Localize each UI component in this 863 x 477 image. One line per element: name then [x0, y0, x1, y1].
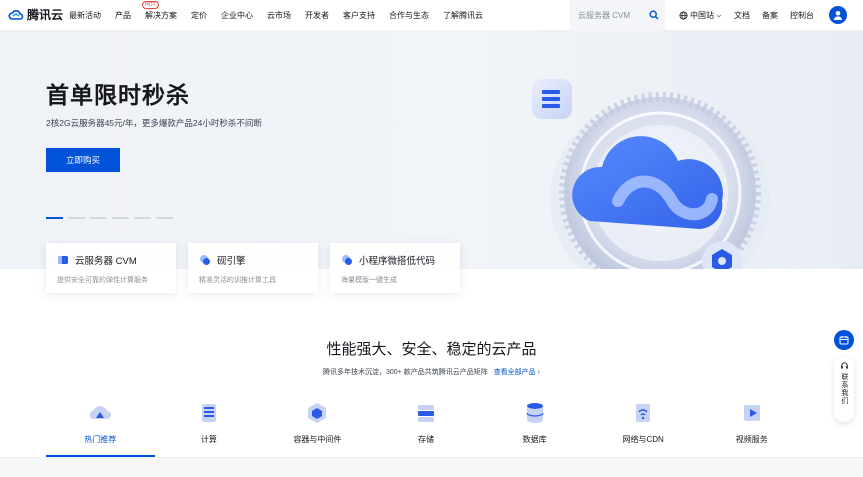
- region-selector[interactable]: 中国站: [679, 10, 722, 21]
- storage-icon: [418, 405, 435, 422]
- card-cvm[interactable]: 云服务器 CVM 提供安全可靠的弹性计算服务: [46, 243, 176, 293]
- carousel-dot[interactable]: [156, 217, 173, 219]
- contact-us-float[interactable]: 联系我们: [834, 356, 854, 422]
- carousel-dot[interactable]: [134, 217, 151, 219]
- view-all-products-link[interactable]: 查看全部产品 ›: [494, 369, 540, 376]
- nav-link-products[interactable]: 产品 HOT: [115, 1, 159, 21]
- card-title: 云服务器 CVM: [75, 256, 137, 267]
- network-icon: [636, 404, 651, 422]
- tab-label: 计算: [200, 435, 217, 444]
- top-nav: 腾讯云 最新活动 产品 HOT 解决方案 定价 企业中心 云市场 开发者 客户支…: [0, 0, 863, 31]
- tab-network[interactable]: 网络与CDN: [589, 397, 698, 457]
- calendar-icon: [839, 336, 849, 345]
- search-input[interactable]: [578, 11, 650, 20]
- carousel-indicators: [46, 217, 173, 219]
- cvm-icon: [58, 256, 68, 264]
- tab-video[interactable]: 视频服务: [697, 397, 806, 457]
- brand-name: 腾讯云: [27, 8, 64, 22]
- nav-link-pricing[interactable]: 定价: [191, 10, 207, 21]
- calendar-float-button[interactable]: [834, 330, 854, 350]
- headset-icon: [840, 362, 848, 369]
- tab-label: 容器与中间件: [293, 435, 342, 444]
- tab-label: 网络与CDN: [622, 435, 664, 444]
- card-desc: 精准灵活的训推计算工具: [199, 277, 276, 284]
- globe-icon: [679, 11, 688, 20]
- section-subtitle: 腾讯多年技术沉淀，300+ 款产品共筑腾讯云产品矩阵 查看全部产品 ›: [0, 367, 863, 377]
- tab-compute[interactable]: 计算: [155, 397, 264, 457]
- card-title: 砚引擎: [217, 256, 246, 267]
- content-band: [0, 458, 863, 477]
- region-label: 中国站: [690, 11, 714, 20]
- tab-label: 视频服务: [735, 435, 768, 444]
- nav-link-developers[interactable]: 开发者: [305, 10, 329, 21]
- product-category-tabs: 热门推荐 计算 容器与中间件 存储 数据库 网络与CDN 视频服务: [46, 397, 806, 457]
- tab-storage[interactable]: 存储: [372, 397, 481, 457]
- database-icon: [525, 403, 544, 423]
- video-icon: [743, 405, 760, 421]
- nav-link-partners[interactable]: 合作与生态: [389, 10, 429, 21]
- carousel-dot[interactable]: [68, 217, 85, 219]
- card-lowcode[interactable]: 小程序微搭低代码 海量模版一键生成: [330, 243, 460, 293]
- hero-banner: 首单限时秒杀 2核2G云服务器45元/年，更多爆款产品24小时秒杀不间断 立即购…: [0, 31, 863, 269]
- nav-link-activities[interactable]: 最新活动: [69, 10, 101, 21]
- user-icon: [833, 11, 843, 20]
- lowcode-icon: [342, 255, 352, 265]
- card-engine[interactable]: 砚引擎 精准灵活的训推计算工具: [188, 243, 318, 293]
- compute-icon: [201, 404, 216, 422]
- cloud-logo-icon: [8, 9, 24, 20]
- carousel-dot[interactable]: [46, 217, 63, 219]
- nav-link-solutions[interactable]: 解决方案: [145, 10, 177, 21]
- tab-container[interactable]: 容器与中间件: [263, 397, 372, 457]
- hot-recommend-icon: [90, 406, 112, 419]
- hero-title: 首单限时秒杀: [46, 82, 190, 108]
- nav-docs[interactable]: 文档: [734, 10, 750, 21]
- tab-hot-recommend[interactable]: 热门推荐: [46, 397, 155, 457]
- nav-link-about[interactable]: 了解腾讯云: [443, 10, 483, 21]
- tab-database[interactable]: 数据库: [480, 397, 589, 457]
- hero-subtitle: 2核2G云服务器45元/年，更多爆款产品24小时秒杀不间断: [46, 118, 262, 128]
- nav-link-products-label: 产品: [115, 11, 131, 20]
- carousel-dot[interactable]: [90, 217, 107, 219]
- nav-right: 中国站 文档 备案 控制台: [679, 0, 826, 31]
- main-nav-links: 最新活动 产品 HOT 解决方案 定价 企业中心 云市场 开发者 客户支持 合作…: [69, 0, 497, 31]
- cloud-hero-illustration: [532, 79, 770, 269]
- nav-link-marketplace[interactable]: 云市场: [267, 10, 291, 21]
- tab-label: 存储: [418, 435, 435, 444]
- nav-link-enterprise[interactable]: 企业中心: [221, 10, 253, 21]
- chevron-down-icon: [716, 14, 722, 18]
- engine-icon: [200, 255, 210, 265]
- section-title: 性能强大、安全、稳定的云产品: [326, 341, 537, 358]
- search-box: [570, 0, 665, 31]
- card-desc: 海量模版一键生成: [341, 277, 397, 284]
- contact-us-label: 联系我们: [841, 373, 848, 405]
- carousel-dot[interactable]: [112, 217, 129, 219]
- card-desc: 提供安全可靠的弹性计算服务: [57, 277, 148, 284]
- tab-label: 热门推荐: [84, 435, 117, 444]
- search-icon[interactable]: [649, 10, 659, 20]
- feature-cards: 云服务器 CVM 提供安全可靠的弹性计算服务 砚引擎 精准灵活的训推计算工具 小…: [46, 243, 460, 293]
- tab-label: 数据库: [522, 435, 547, 444]
- nav-filing[interactable]: 备案: [762, 10, 778, 21]
- nav-link-support[interactable]: 客户支持: [343, 10, 375, 21]
- nav-console[interactable]: 控制台: [790, 10, 814, 21]
- section-subtitle-text: 腾讯多年技术沉淀，300+ 款产品共筑腾讯云产品矩阵: [323, 369, 488, 376]
- hot-badge: HOT: [142, 1, 159, 9]
- avatar[interactable]: [829, 6, 847, 24]
- container-icon: [308, 403, 327, 423]
- buy-now-button[interactable]: 立即购买: [46, 148, 120, 172]
- card-title: 小程序微搭低代码: [359, 256, 436, 267]
- brand-logo[interactable]: 腾讯云: [8, 6, 63, 23]
